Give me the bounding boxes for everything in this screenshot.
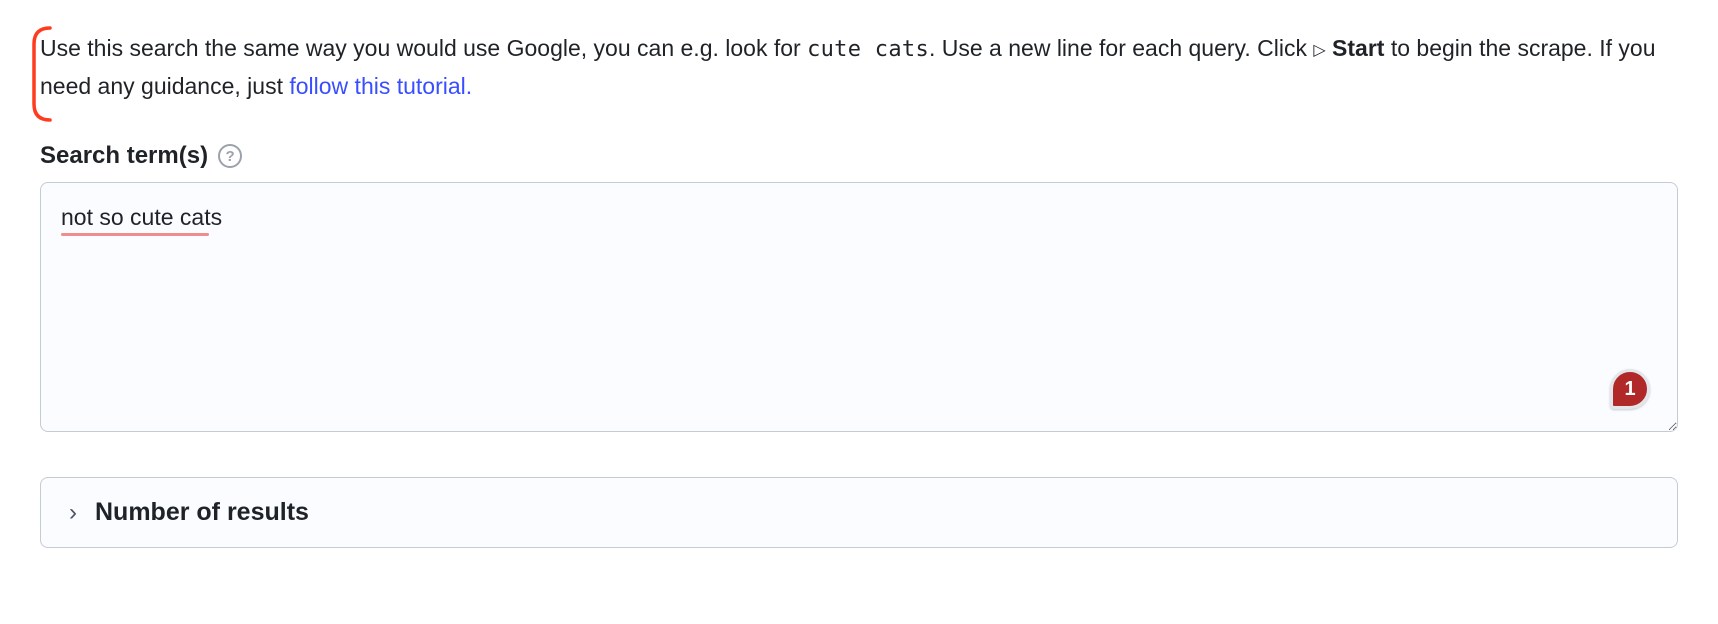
count-badge[interactable]: 1	[1610, 369, 1650, 409]
start-label: Start	[1326, 35, 1385, 61]
search-terms-input[interactable]	[40, 182, 1678, 432]
search-textarea-wrap: 1	[40, 182, 1678, 437]
tutorial-link[interactable]: follow this tutorial.	[289, 73, 472, 99]
instruction-text: Use this search the same way you would u…	[40, 30, 1678, 106]
accordion-label: Number of results	[95, 498, 309, 527]
instruction-code-example: cute cats	[807, 37, 929, 62]
help-icon[interactable]: ?	[218, 144, 242, 168]
instruction-part2: . Use a new line for each query. Click	[929, 35, 1313, 61]
chevron-right-icon: ›	[69, 501, 77, 525]
badge-number: 1	[1624, 378, 1635, 401]
instruction-part1: Use this search the same way you would u…	[40, 35, 807, 61]
search-label-row: Search term(s) ?	[40, 142, 1678, 170]
play-icon: ▷	[1313, 38, 1325, 64]
number-of-results-accordion[interactable]: › Number of results	[40, 477, 1678, 548]
search-terms-label: Search term(s)	[40, 142, 208, 170]
